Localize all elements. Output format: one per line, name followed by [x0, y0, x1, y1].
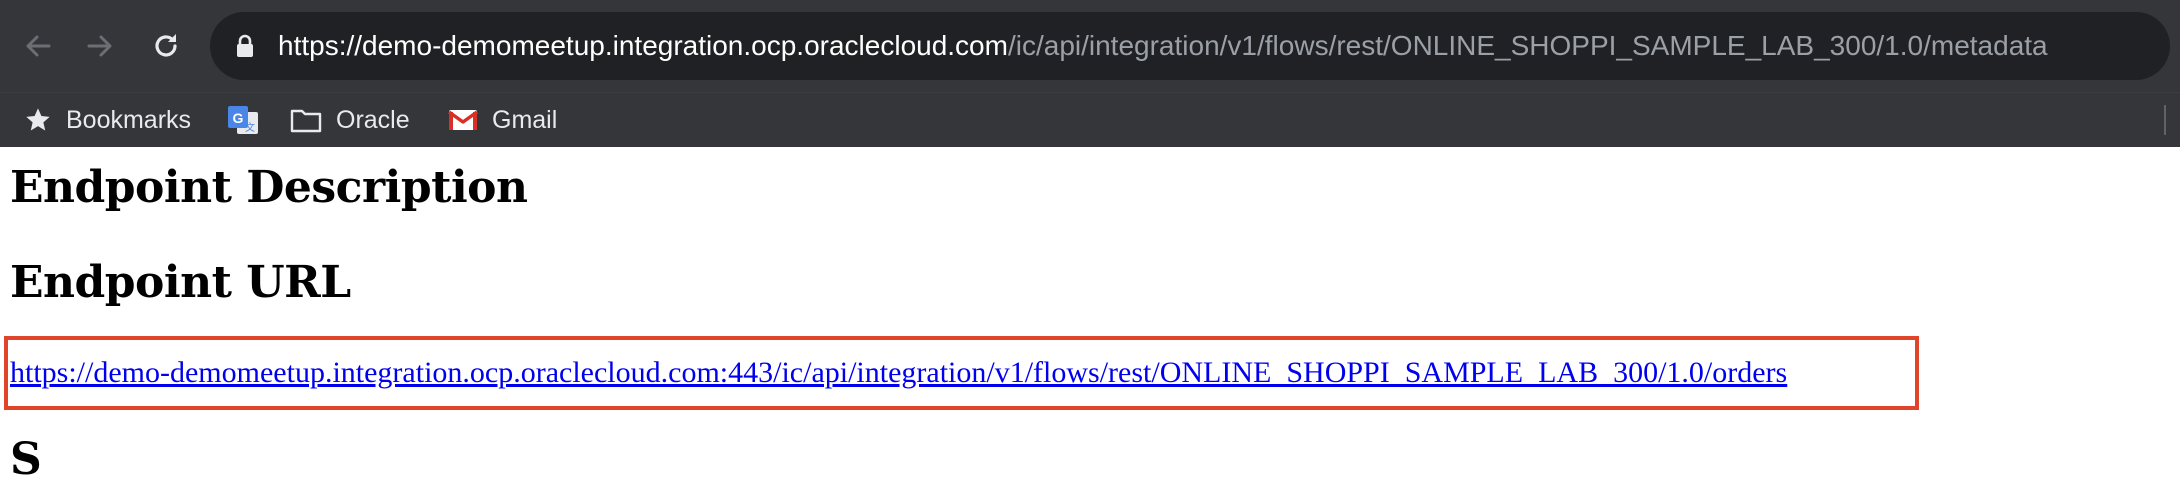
endpoint-url-link[interactable]: https://demo-demomeetup.integration.ocp.… — [10, 356, 1787, 390]
back-arrow-icon — [26, 35, 51, 57]
bookmark-oracle-folder[interactable]: Oracle — [290, 93, 410, 147]
endpoint-description-heading: Endpoint Description — [10, 162, 528, 213]
bookmark-google-translate[interactable]: G 文 — [226, 93, 274, 147]
back-button[interactable] — [16, 24, 60, 68]
page-content: Endpoint Description Endpoint URL https:… — [0, 146, 2180, 485]
svg-text:G: G — [233, 110, 244, 126]
forward-arrow-icon — [87, 35, 112, 57]
bookmarks-bar: Bookmarks G 文 Oracle Gmail — [0, 92, 2180, 147]
lock-icon — [237, 34, 253, 57]
bookmarks-divider — [2164, 105, 2166, 135]
bookmark-label: Oracle — [336, 105, 410, 134]
bookmark-bookmarks[interactable]: Bookmarks — [24, 93, 191, 147]
next-heading-partial: S — [10, 434, 42, 485]
folder-icon — [290, 107, 322, 133]
star-icon — [24, 106, 52, 134]
reload-button[interactable] — [144, 24, 188, 68]
google-translate-icon: G 文 — [226, 103, 260, 137]
url-path: /ic/api/integration/v1/flows/rest/ONLINE… — [1007, 30, 2048, 61]
gmail-icon — [448, 108, 478, 132]
bookmark-label: Bookmarks — [66, 105, 192, 134]
browser-toolbar: https://demo-demomeetup.integration.ocp.… — [0, 0, 2180, 92]
address-bar-url[interactable]: https://demo-demomeetup.integration.ocp.… — [278, 26, 2048, 66]
endpoint-url-heading: Endpoint URL — [10, 257, 351, 308]
bookmark-label: Gmail — [492, 105, 558, 134]
reload-icon — [155, 34, 177, 57]
bookmark-gmail[interactable]: Gmail — [448, 93, 557, 147]
svg-text:文: 文 — [245, 121, 255, 134]
url-host: https://demo-demomeetup.integration.ocp.… — [278, 30, 1008, 61]
forward-button[interactable] — [78, 24, 122, 68]
